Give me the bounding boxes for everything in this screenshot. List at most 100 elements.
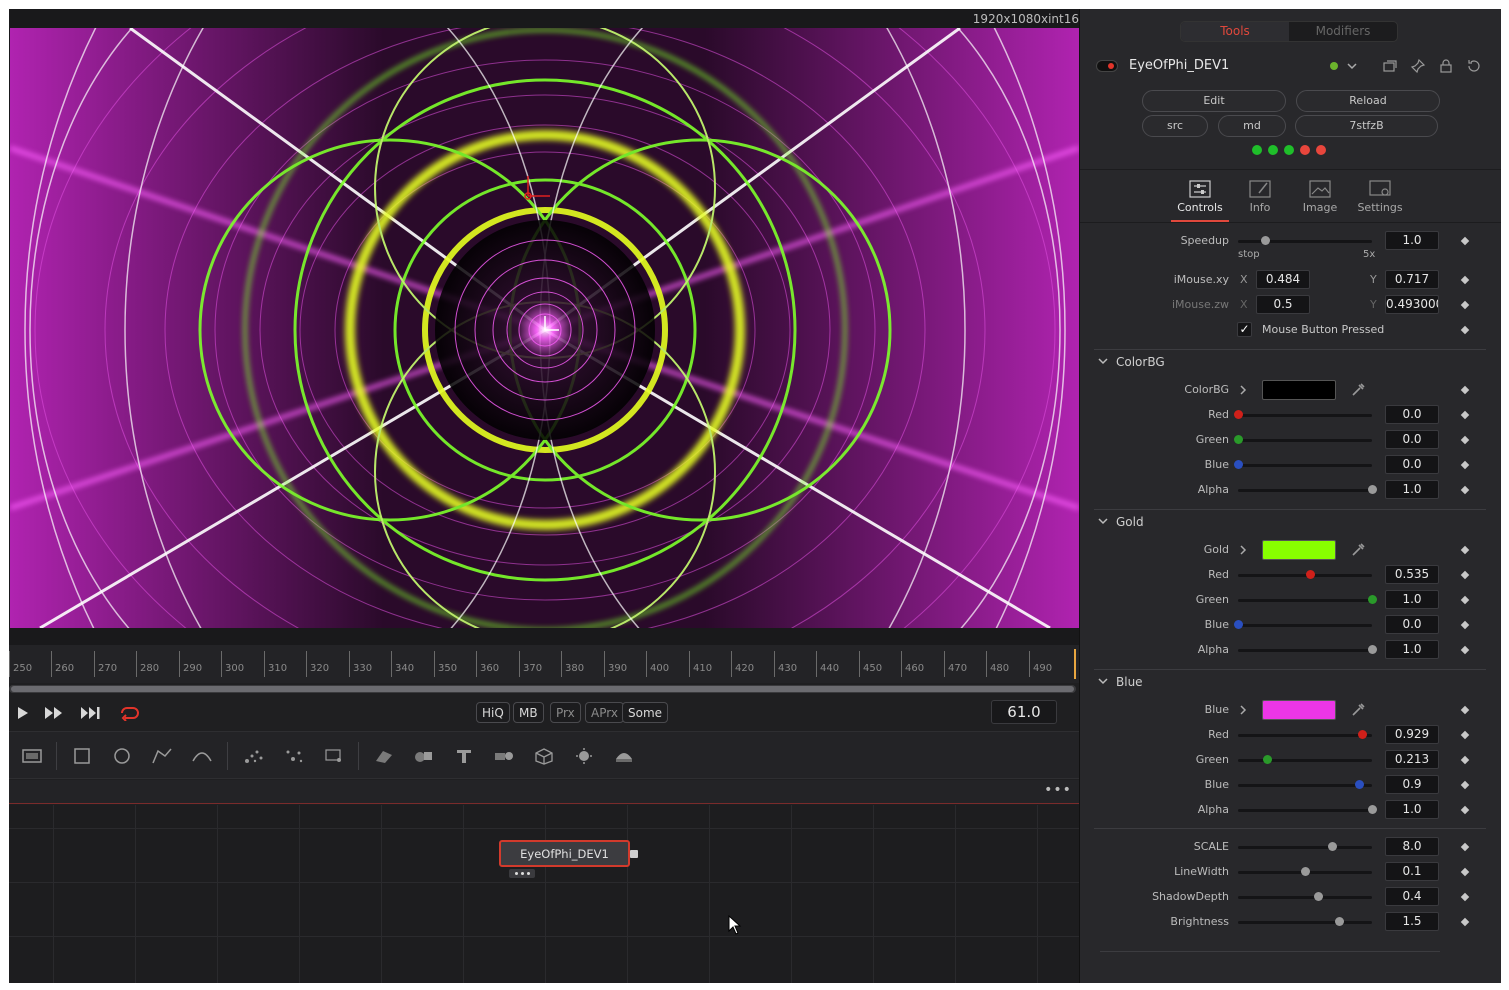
colorbg-red-value[interactable]: 0.0 <box>1385 405 1439 424</box>
blue-red-value[interactable]: 0.929 <box>1385 725 1439 744</box>
timeline-scrollbar-thumb[interactable] <box>11 686 1074 692</box>
viewer[interactable]: 1920x1080xint16 <box>9 9 1079 645</box>
fast-forward-icon[interactable] <box>42 703 66 723</box>
eyedropper-icon[interactable] <box>1350 702 1366 718</box>
keyframe-icon[interactable] <box>1460 435 1470 445</box>
shadowdepth-slider[interactable] <box>1238 892 1372 901</box>
timeline-ruler[interactable]: 250 260 270 280 290 300 310 320 330 340 … <box>9 645 1079 683</box>
tab-image[interactable]: Image <box>1291 176 1349 222</box>
gold-red-value[interactable]: 0.535 <box>1385 565 1439 584</box>
keyframe-icon[interactable] <box>1460 842 1470 852</box>
keyframe-icon[interactable] <box>1460 485 1470 495</box>
merge3d-icon[interactable] <box>411 744 437 768</box>
node-flow[interactable]: EyeOfPhi_DEV1 <box>9 805 1079 983</box>
tab-controls[interactable]: Controls <box>1171 176 1229 222</box>
ellipse-mask-icon[interactable] <box>109 744 135 768</box>
hash-button[interactable]: 7stfzB <box>1295 115 1438 137</box>
keyframe-icon[interactable] <box>1460 917 1470 927</box>
polygon-mask-icon[interactable] <box>149 744 175 768</box>
gold-red-slider[interactable] <box>1238 570 1372 579</box>
section-blue[interactable]: Blue <box>1094 669 1486 691</box>
keyframe-icon[interactable] <box>1460 460 1470 470</box>
lock-icon[interactable] <box>1438 58 1454 74</box>
edit-button[interactable]: Edit <box>1142 90 1286 112</box>
blue-blue-value[interactable]: 0.9 <box>1385 775 1439 794</box>
slider-knob[interactable] <box>1368 595 1377 604</box>
gold-swatch[interactable] <box>1262 540 1336 560</box>
chevron-right-icon[interactable] <box>1238 544 1248 556</box>
imouse-w-field[interactable]: 0.493000 <box>1385 295 1439 314</box>
slider-knob[interactable] <box>1334 917 1344 926</box>
colorbg-green-slider[interactable] <box>1234 435 1372 444</box>
scale-slider[interactable] <box>1238 842 1372 851</box>
colorbg-alpha-slider[interactable] <box>1238 485 1377 494</box>
flow-options-button[interactable]: ••• <box>1043 782 1073 802</box>
keyframe-icon[interactable] <box>1460 805 1470 815</box>
particle-emitter-icon[interactable] <box>241 744 267 768</box>
scale-value[interactable]: 8.0 <box>1385 837 1439 856</box>
section-colorbg[interactable]: ColorBG <box>1094 349 1486 371</box>
loop-icon[interactable] <box>117 703 141 723</box>
brightness-value[interactable]: 1.5 <box>1385 912 1439 931</box>
reset-icon[interactable] <box>1466 58 1482 74</box>
blue-alpha-value[interactable]: 1.0 <box>1385 800 1439 819</box>
colorbg-red-slider[interactable] <box>1234 410 1372 419</box>
slider-knob[interactable] <box>1354 780 1364 789</box>
blue-green-slider[interactable] <box>1238 755 1372 764</box>
viewer-image[interactable] <box>10 28 1079 628</box>
chevron-right-icon[interactable] <box>1238 704 1248 716</box>
slider-knob[interactable] <box>1327 842 1337 851</box>
bspline-mask-icon[interactable] <box>189 744 215 768</box>
keyframe-icon[interactable] <box>1460 275 1470 285</box>
slider-knob[interactable] <box>1314 892 1324 901</box>
slider-knob[interactable] <box>1368 645 1377 654</box>
slider-knob[interactable] <box>1305 570 1315 579</box>
chevron-down-icon[interactable] <box>1344 58 1360 74</box>
blue-swatch[interactable] <box>1262 700 1336 720</box>
keyframe-icon[interactable] <box>1460 236 1470 246</box>
gold-alpha-slider[interactable] <box>1238 645 1377 654</box>
colorbg-blue-slider[interactable] <box>1234 460 1372 469</box>
text3d-icon[interactable] <box>451 744 477 768</box>
particle-render-icon[interactable] <box>281 744 307 768</box>
blue-blue-slider[interactable] <box>1238 780 1372 789</box>
keyframe-icon[interactable] <box>1460 755 1470 765</box>
gold-blue-value[interactable]: 0.0 <box>1385 615 1439 634</box>
slider-knob[interactable] <box>1368 485 1377 494</box>
colorbg-swatch[interactable] <box>1262 380 1336 400</box>
particle-style-icon[interactable] <box>321 744 347 768</box>
colorbg-blue-value[interactable]: 0.0 <box>1385 455 1439 474</box>
reload-button[interactable]: Reload <box>1296 90 1440 112</box>
shadowdepth-value[interactable]: 0.4 <box>1385 887 1439 906</box>
keyframe-icon[interactable] <box>1460 730 1470 740</box>
gold-alpha-value[interactable]: 1.0 <box>1385 640 1439 659</box>
motion-blur-button[interactable]: MB <box>513 702 544 723</box>
keyframe-icon[interactable] <box>1460 385 1470 395</box>
slider-knob[interactable] <box>1234 620 1243 629</box>
tab-modifiers[interactable]: Modifiers <box>1289 22 1397 41</box>
tab-settings[interactable]: Settings <box>1351 176 1409 222</box>
imouse-y-field[interactable]: 0.717 <box>1385 270 1439 289</box>
rectangle-mask-icon[interactable] <box>69 744 95 768</box>
keyframe-icon[interactable] <box>1460 300 1470 310</box>
pin-icon[interactable] <box>1410 58 1426 74</box>
slider-knob[interactable] <box>1260 236 1270 245</box>
gold-green-value[interactable]: 1.0 <box>1385 590 1439 609</box>
keyframe-icon[interactable] <box>1460 867 1470 877</box>
blue-red-slider[interactable] <box>1238 730 1372 739</box>
selective-update-button[interactable]: Some <box>622 702 669 723</box>
camera3d-icon[interactable] <box>491 744 517 768</box>
keyframe-icon[interactable] <box>1460 410 1470 420</box>
speedup-slider[interactable] <box>1238 236 1372 245</box>
slider-knob[interactable] <box>1234 460 1243 469</box>
hiq-button[interactable]: HiQ <box>476 702 510 723</box>
keyframe-icon[interactable] <box>1460 620 1470 630</box>
eyedropper-icon[interactable] <box>1350 382 1366 398</box>
keyframe-icon[interactable] <box>1460 892 1470 902</box>
go-to-end-icon[interactable] <box>79 703 103 723</box>
node-output-port[interactable] <box>630 850 638 858</box>
keyframe-icon[interactable] <box>1460 780 1470 790</box>
flow-node[interactable]: EyeOfPhi_DEV1 <box>499 840 630 867</box>
speedup-value[interactable]: 1.0 <box>1385 231 1439 250</box>
light3d-icon[interactable] <box>571 744 597 768</box>
